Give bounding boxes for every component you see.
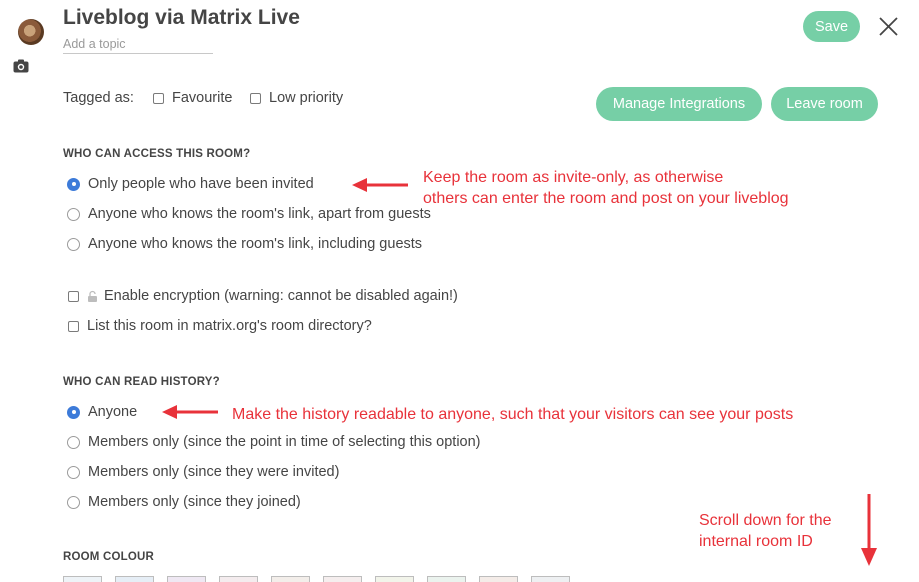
annotation-line: internal room ID xyxy=(699,533,813,550)
arrow-down-icon xyxy=(861,494,877,566)
low-priority-checkbox[interactable]: Low priority xyxy=(250,90,343,106)
history-option-since-selected[interactable]: Members only (since the point in time of… xyxy=(67,434,481,450)
history-option-label: Anyone xyxy=(88,404,138,420)
access-heading: WHO CAN ACCESS THIS ROOM? xyxy=(63,148,251,160)
history-option-label: Members only (since they were invited) xyxy=(88,464,340,480)
topic-input[interactable]: Add a topic xyxy=(63,37,213,54)
history-option-since-joined[interactable]: Members only (since they joined) xyxy=(67,494,301,510)
directory-label: List this room in matrix.org's room dire… xyxy=(87,318,372,334)
annotation-line: Scroll down for the xyxy=(699,512,832,529)
camera-icon[interactable] xyxy=(13,59,29,73)
scroll-annotation: Scroll down for the internal room ID xyxy=(699,510,832,552)
checkbox-box[interactable] xyxy=(68,290,79,302)
colour-swatch[interactable] xyxy=(167,576,206,582)
colour-swatch[interactable] xyxy=(375,576,414,582)
radio-button[interactable] xyxy=(67,177,80,191)
close-icon[interactable] xyxy=(878,16,899,37)
save-button[interactable]: Save xyxy=(803,11,860,42)
colour-swatch[interactable] xyxy=(323,576,362,582)
access-option-link-guests[interactable]: Anyone who knows the room's link, includ… xyxy=(67,236,422,252)
history-option-label: Members only (since the point in time of… xyxy=(88,434,481,450)
colour-swatch[interactable] xyxy=(479,576,518,582)
colour-swatches xyxy=(63,576,583,582)
lock-icon xyxy=(88,290,97,302)
radio-button[interactable] xyxy=(67,495,80,509)
arrow-left-icon xyxy=(352,178,408,192)
history-annotation: Make the history readable to anyone, suc… xyxy=(232,406,794,423)
radio-button[interactable] xyxy=(67,435,80,449)
colour-swatch[interactable] xyxy=(427,576,466,582)
checkbox-box[interactable] xyxy=(153,92,164,104)
access-option-invited[interactable]: Only people who have been invited xyxy=(67,176,314,192)
history-heading: WHO CAN READ HISTORY? xyxy=(63,376,220,388)
annotation-line: others can enter the room and post on yo… xyxy=(423,190,789,207)
radio-button[interactable] xyxy=(67,207,80,221)
access-annotation: Keep the room as invite-only, as otherwi… xyxy=(423,167,789,209)
tagged-as-label: Tagged as: xyxy=(63,90,134,106)
colour-swatch[interactable] xyxy=(115,576,154,582)
radio-button[interactable] xyxy=(67,237,80,251)
history-option-label: Members only (since they joined) xyxy=(88,494,301,510)
radio-button[interactable] xyxy=(67,405,80,419)
access-option-label: Only people who have been invited xyxy=(88,176,314,192)
colour-swatch[interactable] xyxy=(63,576,102,582)
colour-swatch[interactable] xyxy=(219,576,258,582)
room-colour-heading: ROOM COLOUR xyxy=(63,551,154,563)
radio-button[interactable] xyxy=(67,465,80,479)
colour-swatch[interactable] xyxy=(531,576,570,582)
access-option-label: Anyone who knows the room's link, includ… xyxy=(88,236,423,252)
history-option-anyone[interactable]: Anyone xyxy=(67,404,137,420)
leave-room-button[interactable]: Leave room xyxy=(771,87,878,121)
encryption-checkbox[interactable]: Enable encryption (warning: cannot be di… xyxy=(68,288,458,304)
checkbox-box[interactable] xyxy=(68,320,79,332)
favourite-checkbox[interactable]: Favourite xyxy=(153,90,232,106)
history-option-since-invited[interactable]: Members only (since they were invited) xyxy=(67,464,339,480)
low-priority-label: Low priority xyxy=(269,90,344,106)
room-avatar[interactable] xyxy=(18,19,44,45)
directory-checkbox[interactable]: List this room in matrix.org's room dire… xyxy=(68,318,372,334)
manage-integrations-button[interactable]: Manage Integrations xyxy=(596,87,762,121)
access-option-label: Anyone who knows the room's link, apart … xyxy=(88,206,431,222)
arrow-left-icon xyxy=(162,405,218,419)
colour-swatch[interactable] xyxy=(271,576,310,582)
access-option-link-no-guests[interactable]: Anyone who knows the room's link, apart … xyxy=(67,206,431,222)
annotation-line: Keep the room as invite-only, as otherwi… xyxy=(423,169,724,186)
favourite-label: Favourite xyxy=(172,90,233,106)
encryption-label: Enable encryption (warning: cannot be di… xyxy=(104,288,458,304)
checkbox-box[interactable] xyxy=(250,92,261,104)
room-name-field[interactable]: Liveblog via Matrix Live xyxy=(63,6,300,30)
